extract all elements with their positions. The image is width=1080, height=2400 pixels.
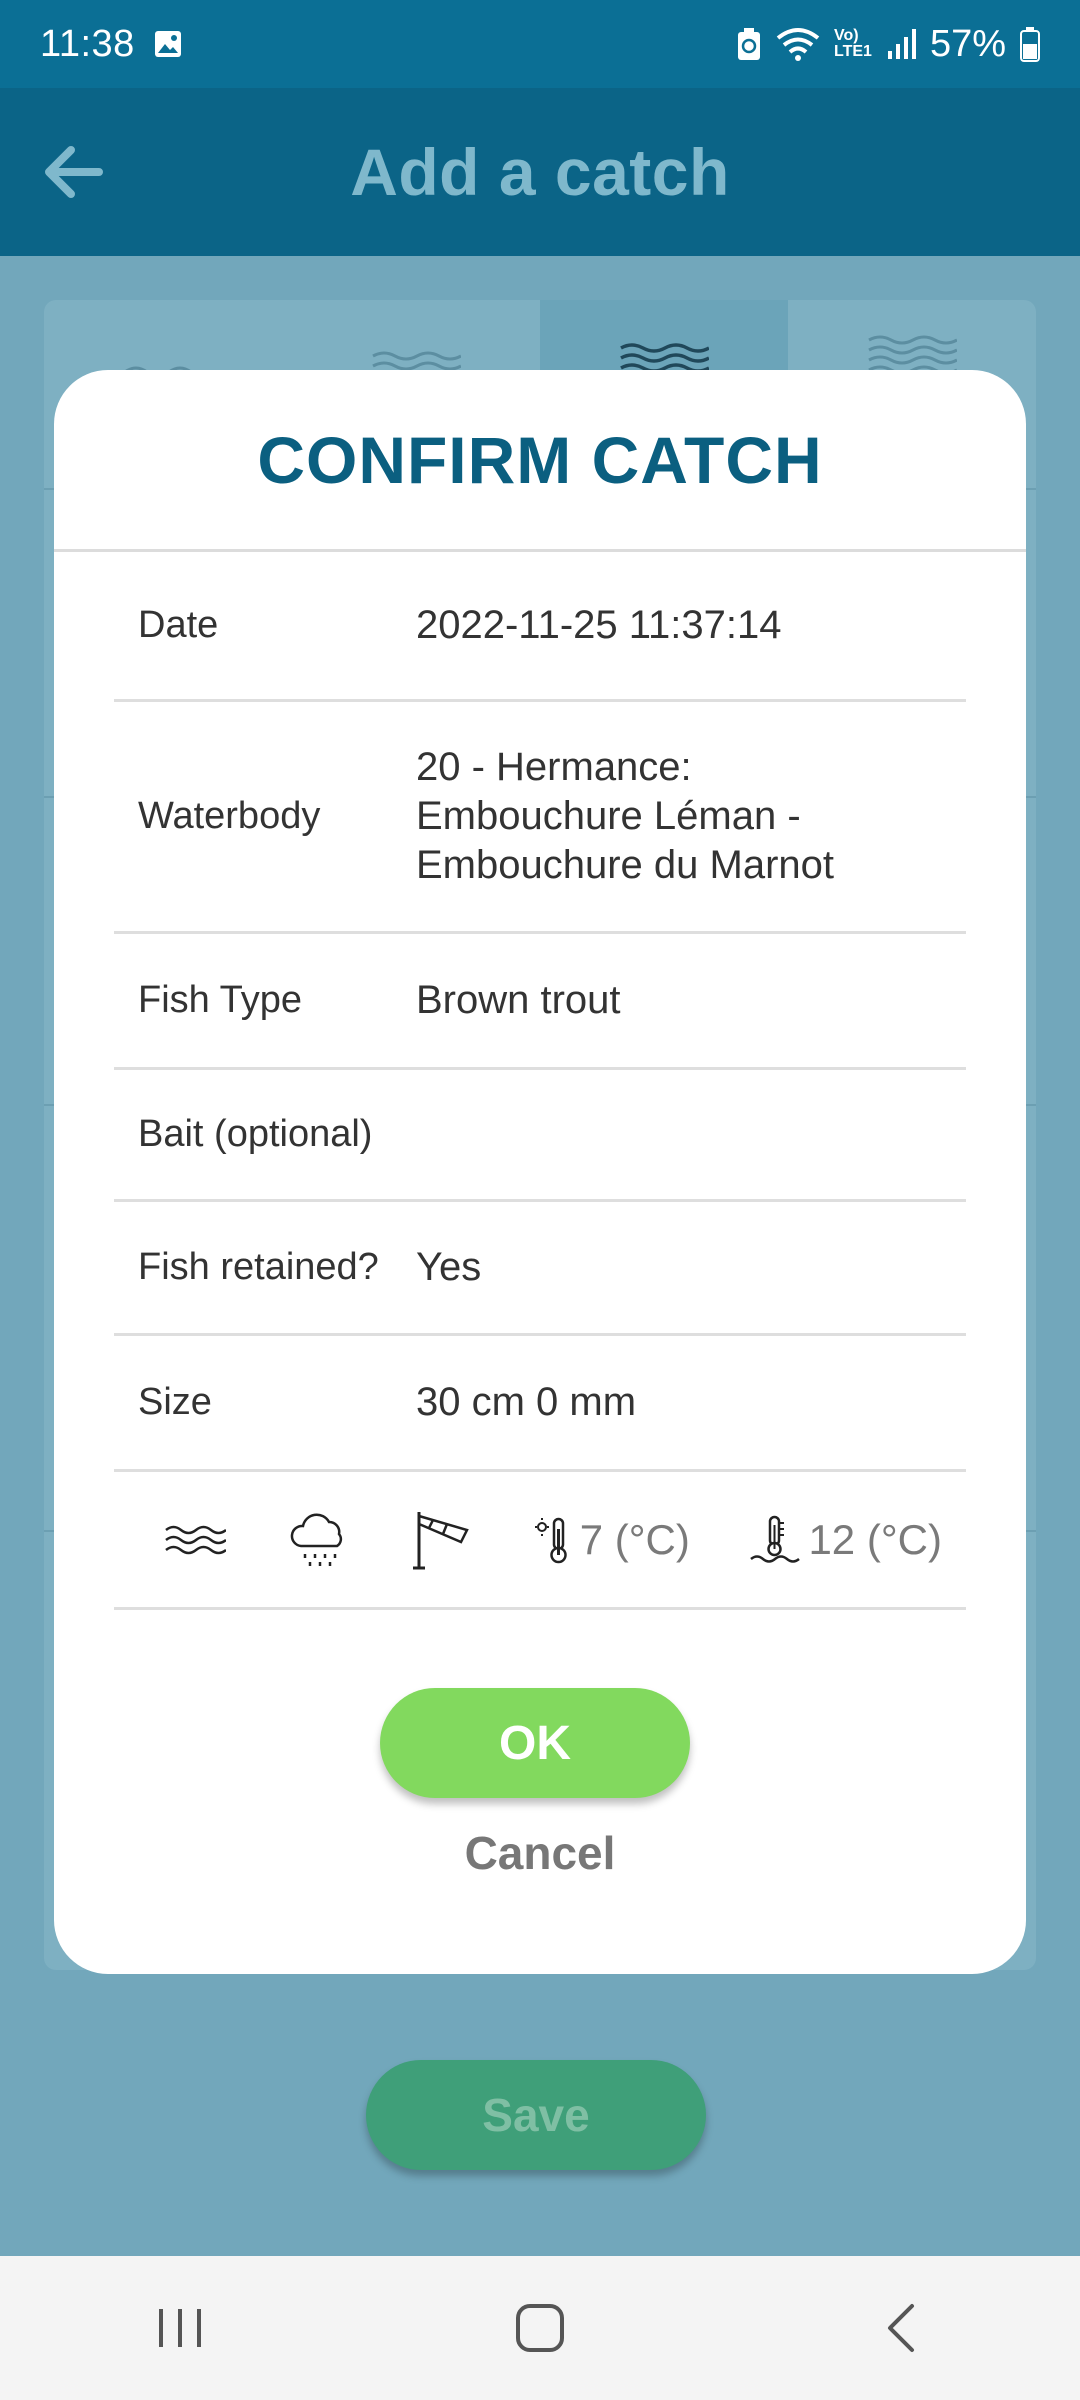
- volte-icon: Vo) LTE1: [834, 28, 872, 60]
- water-temperature: 12 (°C): [750, 1515, 942, 1565]
- background-water-tabs: [44, 300, 1036, 380]
- status-time: 11:38: [40, 22, 135, 65]
- app-bar: Add a catch: [0, 88, 1080, 256]
- date-value: 2022-11-25 11:37:14: [416, 603, 782, 647]
- status-icons: Vo) LTE1 57%: [736, 23, 1040, 66]
- waterbody-value: 20 - Hermance: Embouchure Léman - Embouc…: [416, 745, 835, 887]
- lte-label: LTE1: [834, 43, 872, 60]
- save-button[interactable]: Save: [366, 2060, 706, 2170]
- windsock-icon: [413, 1511, 469, 1569]
- system-nav-bar: [0, 2256, 1080, 2400]
- air-temp-value: 7 (°C): [579, 1515, 690, 1563]
- wind-condition: [411, 1508, 473, 1572]
- background-tab-selected: [540, 300, 788, 380]
- detail-row-retained: Fish retained? Yes: [114, 1202, 966, 1336]
- ok-button[interactable]: OK: [380, 1688, 690, 1798]
- bait-label: Bait (optional): [138, 1113, 373, 1155]
- recent-apps-button[interactable]: [120, 2278, 240, 2378]
- home-button[interactable]: [480, 2278, 600, 2378]
- signal-icon: [887, 29, 916, 59]
- home-icon: [516, 2304, 564, 2352]
- water-temp-value: 12 (°C): [808, 1515, 942, 1563]
- waterbody-label: Waterbody: [138, 795, 321, 837]
- water-waves-icon: [165, 1525, 226, 1554]
- size-value: 30 cm 0 mm: [416, 1380, 637, 1424]
- background-tab: [788, 300, 1036, 380]
- wifi-icon: [776, 28, 820, 61]
- background-tab: [44, 300, 292, 380]
- date-label: Date: [138, 604, 219, 646]
- confirm-catch-dialog: CONFIRM CATCH Date 2022-11-25 11:37:14 W…: [54, 370, 1026, 1974]
- detail-row-waterbody: Waterbody 20 - Hermance: Embouchure Léma…: [114, 702, 966, 934]
- volte-label: Vo): [834, 27, 859, 44]
- arrow-left-icon: [45, 146, 103, 198]
- detail-row-size: Size 30 cm 0 mm: [114, 1336, 966, 1472]
- rain-cloud-icon: [290, 1513, 342, 1566]
- battery-percent: 57%: [929, 22, 1006, 65]
- detail-row-bait: Bait (optional): [114, 1070, 966, 1202]
- fish-type-value: Brown trout: [416, 978, 621, 1022]
- cancel-button[interactable]: Cancel: [390, 1808, 690, 1898]
- weather-condition: [287, 1510, 351, 1570]
- catch-details: Date 2022-11-25 11:37:14 Waterbody 20 - …: [114, 552, 966, 1610]
- fish-type-label: Fish Type: [138, 979, 303, 1021]
- back-button[interactable]: [36, 136, 108, 208]
- battery-icon: [1020, 27, 1040, 62]
- battery-saver-icon: [738, 28, 760, 60]
- retained-label: Fish retained?: [138, 1246, 379, 1288]
- recent-apps-icon: [159, 2309, 201, 2347]
- water-thermometer-icon: [750, 1515, 801, 1563]
- detail-row-date: Date 2022-11-25 11:37:14: [114, 552, 966, 702]
- retained-value: Yes: [416, 1245, 482, 1289]
- nav-back-button[interactable]: [840, 2278, 960, 2378]
- back-icon: [888, 2304, 914, 2352]
- water-condition: [164, 1522, 226, 1558]
- size-label: Size: [138, 1381, 212, 1423]
- dialog-title: CONFIRM CATCH: [54, 370, 1026, 552]
- detail-row-fish-type: Fish Type Brown trout: [114, 934, 966, 1070]
- gallery-icon: [154, 31, 181, 57]
- status-bar: 11:38 Vo) LTE1 57%: [0, 0, 1080, 88]
- thermometer-sun-icon: [534, 1517, 567, 1563]
- air-temperature: 7 (°C): [534, 1515, 690, 1565]
- page-title: Add a catch: [350, 135, 730, 209]
- conditions-row: 7 (°C) 12 (°C): [114, 1472, 966, 1610]
- background-tab: [292, 300, 540, 380]
